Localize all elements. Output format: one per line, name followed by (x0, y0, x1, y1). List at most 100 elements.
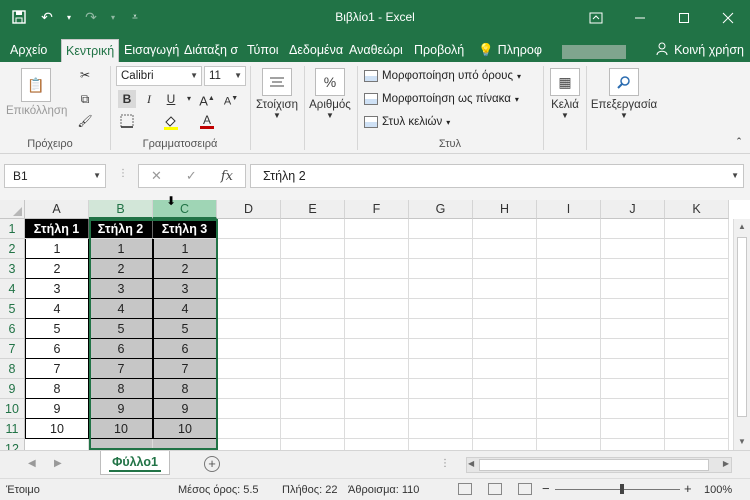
editing-button[interactable]: Επεξεργασία ▼ (588, 68, 660, 120)
cell-k2[interactable] (665, 239, 729, 259)
cell-b2[interactable]: 1 (89, 239, 153, 259)
decrease-font-icon[interactable]: A▼ (222, 90, 240, 108)
cell-d5[interactable] (217, 299, 281, 319)
cell-a12[interactable] (25, 439, 89, 450)
cells-button[interactable]: ▦ Κελιά ▼ (546, 68, 584, 120)
cell-e7[interactable] (281, 339, 345, 359)
cell-i8[interactable] (537, 359, 601, 379)
row-header-8[interactable]: 8 (0, 359, 25, 379)
underline-button[interactable]: U (162, 90, 180, 108)
number-button[interactable]: % Αριθμός ▼ (306, 68, 354, 120)
cell-d11[interactable] (217, 419, 281, 439)
cell-e6[interactable] (281, 319, 345, 339)
close-icon[interactable] (706, 0, 750, 36)
scroll-thumb[interactable] (737, 237, 747, 417)
cell-c5[interactable]: 4 (153, 299, 217, 319)
underline-dropdown-icon[interactable]: ▾ (180, 90, 198, 108)
cell-a7[interactable]: 6 (25, 339, 89, 359)
cell-h12[interactable] (473, 439, 537, 450)
cell-g6[interactable] (409, 319, 473, 339)
column-header-e[interactable]: E (281, 200, 345, 219)
cell-c12[interactable] (153, 439, 217, 450)
cell-i1[interactable] (537, 219, 601, 239)
cell-f10[interactable] (345, 399, 409, 419)
cell-d2[interactable] (217, 239, 281, 259)
font-size-select[interactable]: 11 ▼ (204, 66, 246, 86)
tab-review[interactable]: Αναθεώρι (345, 39, 407, 62)
cell-c7[interactable]: 6 (153, 339, 217, 359)
row-header-5[interactable]: 5 (0, 299, 25, 319)
name-box[interactable]: B1 ▼ (4, 164, 106, 188)
cell-f9[interactable] (345, 379, 409, 399)
cell-c8[interactable]: 7 (153, 359, 217, 379)
scroll-thumb[interactable] (479, 459, 709, 471)
cell-j7[interactable] (601, 339, 665, 359)
cell-k1[interactable] (665, 219, 729, 239)
cell-h10[interactable] (473, 399, 537, 419)
normal-view-icon[interactable] (458, 483, 472, 495)
cell-f5[interactable] (345, 299, 409, 319)
tab-view[interactable]: Προβολή (410, 39, 468, 62)
cell-f2[interactable] (345, 239, 409, 259)
cell-k12[interactable] (665, 439, 729, 450)
cell-b10[interactable]: 9 (89, 399, 153, 419)
cell-h7[interactable] (473, 339, 537, 359)
cell-k5[interactable] (665, 299, 729, 319)
increase-font-icon[interactable]: A▲ (198, 90, 216, 108)
zoom-slider[interactable] (555, 489, 680, 490)
cell-b11[interactable]: 10 (89, 419, 153, 439)
cell-f11[interactable] (345, 419, 409, 439)
row-header-4[interactable]: 4 (0, 279, 25, 299)
cell-e9[interactable] (281, 379, 345, 399)
cell-b5[interactable]: 4 (89, 299, 153, 319)
cell-d6[interactable] (217, 319, 281, 339)
more-options-icon[interactable]: ⋮ (118, 168, 128, 179)
cell-f8[interactable] (345, 359, 409, 379)
cell-d1[interactable] (217, 219, 281, 239)
cell-g9[interactable] (409, 379, 473, 399)
zoom-slider-handle[interactable] (620, 484, 624, 494)
cell-c2[interactable]: 1 (153, 239, 217, 259)
row-header-6[interactable]: 6 (0, 319, 25, 339)
cell-c6[interactable]: 5 (153, 319, 217, 339)
cell-j6[interactable] (601, 319, 665, 339)
format-as-table-button[interactable]: Μορφοποίηση ως πίνακα ▾ (364, 89, 519, 109)
horizontal-scrollbar[interactable]: ◀ ▶ (466, 457, 732, 473)
cell-b3[interactable]: 2 (89, 259, 153, 279)
cell-j9[interactable] (601, 379, 665, 399)
cell-a9[interactable]: 8 (25, 379, 89, 399)
cell-b7[interactable]: 6 (89, 339, 153, 359)
cell-h8[interactable] (473, 359, 537, 379)
cell-j3[interactable] (601, 259, 665, 279)
sheet-tab[interactable]: Φύλλο1 (100, 451, 170, 475)
cell-k11[interactable] (665, 419, 729, 439)
cell-j4[interactable] (601, 279, 665, 299)
cell-a4[interactable]: 3 (25, 279, 89, 299)
cell-k6[interactable] (665, 319, 729, 339)
cell-i10[interactable] (537, 399, 601, 419)
row-header-3[interactable]: 3 (0, 259, 25, 279)
cell-d10[interactable] (217, 399, 281, 419)
add-sheet-icon[interactable]: + (204, 456, 220, 472)
more-options-icon[interactable]: ⋮ (440, 458, 450, 469)
ribbon-display-icon[interactable] (574, 0, 618, 36)
format-painter-icon[interactable]: 🖌 (76, 112, 94, 130)
cell-g7[interactable] (409, 339, 473, 359)
conditional-formatting-button[interactable]: Μορφοποίηση υπό όρους ▾ (364, 66, 521, 86)
cell-k3[interactable] (665, 259, 729, 279)
cell-h11[interactable] (473, 419, 537, 439)
select-all-corner[interactable] (0, 200, 25, 219)
cell-d7[interactable] (217, 339, 281, 359)
column-header-k[interactable]: K (665, 200, 729, 219)
scroll-down-icon[interactable]: ▼ (734, 434, 750, 450)
fill-color-icon[interactable] (162, 114, 180, 132)
cell-b1[interactable]: Στήλη 2 (89, 219, 153, 239)
cell-k4[interactable] (665, 279, 729, 299)
row-header-9[interactable]: 9 (0, 379, 25, 399)
cell-g1[interactable] (409, 219, 473, 239)
cell-j2[interactable] (601, 239, 665, 259)
row-header-1[interactable]: 1 (0, 219, 25, 239)
cell-a3[interactable]: 2 (25, 259, 89, 279)
cell-f4[interactable] (345, 279, 409, 299)
cell-g5[interactable] (409, 299, 473, 319)
